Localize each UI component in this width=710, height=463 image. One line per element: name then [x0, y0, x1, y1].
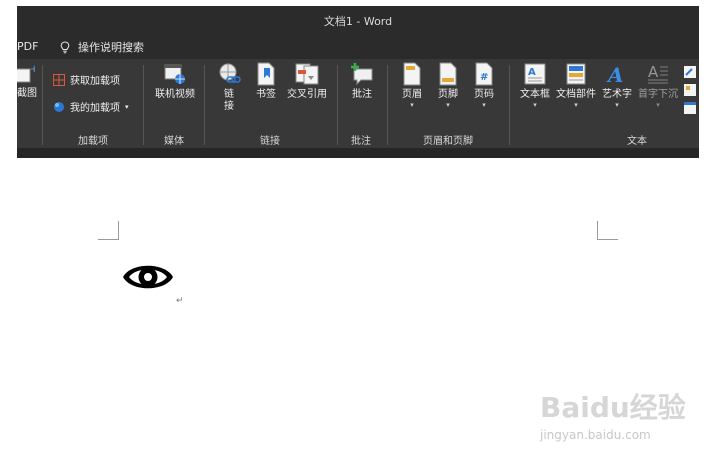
chevron-down-icon: ▾ [446, 101, 450, 109]
title-bar: 文档1 - Word [17, 6, 699, 36]
get-addins-button[interactable]: 获取加载项 [53, 72, 120, 87]
new-comment-button[interactable]: 批注 [347, 62, 377, 101]
link-label-line1: 链 [224, 89, 234, 100]
group-label-comments: 批注 [351, 136, 371, 147]
separator [42, 65, 43, 145]
paragraph-mark: ↵ [176, 296, 184, 306]
baidu-watermark: Baidu经验 jingyan.baidu.com [540, 386, 686, 442]
link-label-line2: 接 [224, 101, 234, 112]
wordart-button[interactable]: A 艺术字 ▾ [600, 62, 634, 109]
cross-reference-label: 交叉引用 [287, 89, 327, 100]
ribbon-collapse-bar [17, 148, 699, 158]
header-button[interactable]: 页眉 ▾ [398, 62, 426, 109]
group-label-media: 媒体 [164, 136, 184, 147]
tab-pdf[interactable]: PDF [17, 40, 38, 53]
chevron-down-icon: ▾ [410, 101, 414, 109]
menu-bar: PDF 操作说明搜索 [17, 36, 699, 59]
page-number-icon: # [475, 62, 493, 86]
get-addins-label: 获取加载项 [70, 76, 120, 87]
online-video-button[interactable]: 联机视频 [150, 62, 200, 101]
drop-cap-label: 首字下沉 [638, 89, 678, 100]
page-number-button[interactable]: # 页码 ▾ [470, 62, 498, 109]
separator [387, 65, 388, 145]
lightbulb-icon [60, 40, 70, 53]
textbox-button[interactable]: A 文本框 ▾ [517, 62, 553, 109]
signature-line-icon[interactable] [683, 65, 697, 79]
margin-corner-top-right [597, 221, 618, 240]
screenshot-label: 截图 [17, 88, 37, 99]
cross-reference-button[interactable]: 交叉引用 [284, 62, 330, 101]
textbox-icon: A [524, 63, 546, 85]
chevron-down-icon: ▾ [533, 101, 537, 109]
addin-icon [54, 101, 64, 112]
tell-me-search[interactable]: 操作说明搜索 [60, 39, 144, 55]
object-icon[interactable] [683, 101, 697, 115]
margin-corner-top-left [98, 221, 119, 240]
quick-parts-label: 文档部件 [556, 89, 596, 100]
drop-cap-button[interactable]: A 首字下沉 ▾ [638, 62, 678, 109]
group-label-addins: 加载项 [78, 136, 108, 147]
svg-text:A: A [528, 67, 536, 78]
eye-icon[interactable] [121, 255, 175, 299]
word-window: 文档1 - Word PDF 操作说明搜索 + 截图 获取加载项 我的加载项 ▾… [17, 6, 699, 158]
drop-cap-icon: A [648, 63, 668, 84]
new-comment-icon [351, 63, 373, 86]
my-addins-button[interactable]: 我的加载项 ▾ [53, 99, 129, 114]
textbox-label: 文本框 [520, 89, 550, 100]
tell-me-label: 操作说明搜索 [78, 41, 144, 54]
screenshot-icon: + [17, 64, 35, 83]
separator [143, 65, 144, 145]
group-label-links: 链接 [260, 136, 280, 147]
chevron-down-icon: ▾ [656, 101, 660, 109]
ribbon-insert: + 截图 获取加载项 我的加载项 ▾ 加载项 联机视频 媒体 链 接 书签 交叉… [17, 59, 699, 148]
online-video-label: 联机视频 [155, 89, 195, 100]
svg-text:A: A [648, 63, 659, 81]
separator [509, 65, 510, 145]
chevron-down-icon: ▾ [125, 102, 129, 111]
footer-icon [439, 62, 457, 86]
footer-button[interactable]: 页脚 ▾ [434, 62, 462, 109]
my-addins-label: 我的加载项 [70, 103, 120, 114]
link-button[interactable]: 链 接 [216, 62, 242, 113]
page-number-label: 页码 [474, 89, 494, 100]
chevron-down-icon: ▾ [574, 101, 578, 109]
window-title: 文档1 - Word [323, 15, 393, 28]
wordart-icon: A [606, 63, 624, 86]
header-icon [403, 62, 421, 86]
cross-reference-icon [295, 63, 319, 85]
group-label-text: 文本 [627, 136, 647, 147]
wordart-label: 艺术字 [602, 89, 632, 100]
bookmark-label: 书签 [256, 89, 276, 100]
separator [337, 65, 338, 145]
new-comment-label: 批注 [352, 89, 372, 100]
bookmark-icon [257, 62, 275, 86]
chevron-down-icon: ▾ [482, 101, 486, 109]
svg-text:A: A [606, 63, 624, 86]
link-globe-icon [219, 63, 241, 83]
quick-parts-icon [566, 63, 586, 85]
date-time-icon[interactable] [683, 83, 697, 97]
online-video-icon [164, 64, 185, 84]
svg-text:#: # [480, 72, 488, 83]
separator [204, 65, 205, 145]
watermark-url: jingyan.baidu.com [540, 428, 651, 442]
store-icon [53, 73, 65, 86]
footer-label: 页脚 [438, 89, 458, 100]
bookmark-button[interactable]: 书签 [252, 62, 280, 101]
watermark-brand: Baidu经验 [540, 391, 686, 424]
chevron-down-icon: ▾ [615, 101, 619, 109]
group-label-header-footer: 页眉和页脚 [423, 136, 473, 147]
quick-parts-button[interactable]: 文档部件 ▾ [553, 62, 599, 109]
header-label: 页眉 [402, 89, 422, 100]
svg-text:+: + [30, 64, 35, 75]
screenshot-button[interactable]: + 截图 [17, 63, 37, 100]
